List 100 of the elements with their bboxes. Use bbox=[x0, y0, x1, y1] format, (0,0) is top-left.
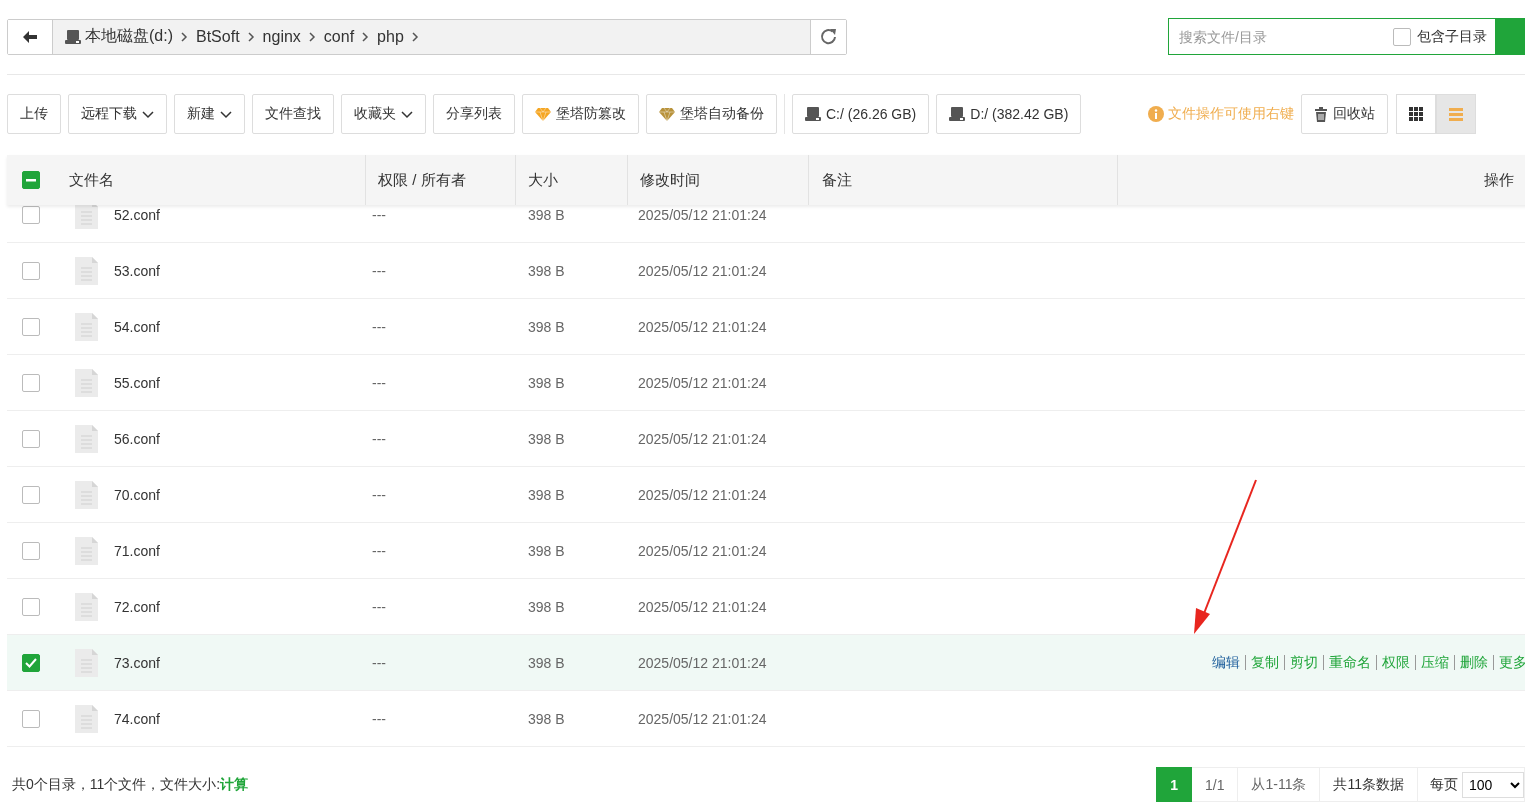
table-cell: 398 B bbox=[528, 430, 565, 447]
toolbar-button[interactable]: 远程下载 bbox=[68, 94, 167, 134]
back-button[interactable] bbox=[8, 19, 53, 54]
table-cell: 2025/05/12 21:01:24 bbox=[638, 542, 767, 559]
file-icon bbox=[75, 424, 98, 453]
column-header[interactable]: 权限 / 所有者 bbox=[378, 170, 466, 190]
trash-icon bbox=[1314, 106, 1329, 122]
table-cell: --- bbox=[372, 318, 386, 335]
table-cell: 398 B bbox=[528, 262, 565, 279]
table-cell: 398 B bbox=[528, 710, 565, 727]
refresh-button[interactable] bbox=[810, 19, 846, 54]
file-name[interactable]: 56.conf bbox=[114, 430, 160, 447]
table-cell: 398 B bbox=[528, 486, 565, 503]
info-icon bbox=[1148, 106, 1165, 122]
row-checkbox[interactable] bbox=[22, 709, 40, 728]
file-name[interactable]: 73.conf bbox=[114, 654, 160, 671]
file-name[interactable]: 54.conf bbox=[114, 318, 160, 335]
toolbar-button[interactable]: 堡塔防篡改 bbox=[522, 94, 639, 134]
row-checkbox[interactable] bbox=[22, 653, 40, 672]
file-icon bbox=[75, 648, 98, 677]
view-toggle[interactable] bbox=[1396, 94, 1437, 134]
column-header[interactable]: 修改时间 bbox=[640, 170, 700, 190]
action-link[interactable]: 编辑 bbox=[1212, 653, 1240, 672]
per-page-select[interactable]: 100 bbox=[1462, 771, 1524, 798]
column-header[interactable]: 文件名 bbox=[69, 170, 114, 190]
record-range: 从1-11条 bbox=[1238, 767, 1321, 802]
table-cell: --- bbox=[372, 486, 386, 503]
file-icon bbox=[75, 256, 98, 285]
file-icon bbox=[75, 536, 98, 565]
back-arrow-icon bbox=[22, 29, 38, 44]
chevron-down-icon bbox=[220, 109, 232, 119]
row-checkbox[interactable] bbox=[22, 429, 40, 448]
table-cell: --- bbox=[372, 598, 386, 615]
table-cell: 398 B bbox=[528, 654, 565, 671]
table-cell: 398 B bbox=[528, 598, 565, 615]
row-checkbox[interactable] bbox=[22, 373, 40, 392]
file-name[interactable]: 70.conf bbox=[114, 486, 160, 503]
table-cell: 398 B bbox=[528, 374, 565, 391]
row-checkbox[interactable] bbox=[22, 317, 40, 336]
file-summary: 共0个目录，11个文件，文件大小: bbox=[11, 775, 221, 794]
search-field[interactable]: 搜索文件/目录 包含子目录 bbox=[1168, 18, 1495, 55]
table-cell: 2025/05/12 21:01:24 bbox=[638, 318, 767, 335]
table-cell: 398 B bbox=[528, 206, 565, 223]
file-name[interactable]: 55.conf bbox=[114, 374, 160, 391]
drive-icon bbox=[805, 106, 821, 122]
column-header[interactable]: 大小 bbox=[528, 170, 558, 190]
check-icon bbox=[25, 657, 37, 668]
table-cell: 2025/05/12 21:01:24 bbox=[638, 598, 767, 615]
row-checkbox[interactable] bbox=[22, 485, 40, 504]
file-icon bbox=[75, 368, 98, 397]
table-cell: --- bbox=[372, 654, 386, 671]
row-checkbox[interactable] bbox=[22, 205, 40, 224]
minus-icon bbox=[26, 178, 36, 182]
column-header[interactable]: 操作 bbox=[1484, 170, 1514, 190]
breadcrumb-item[interactable]: php bbox=[373, 27, 408, 46]
chevron-right-icon bbox=[247, 31, 255, 42]
file-name[interactable]: 52.conf bbox=[114, 206, 160, 223]
search-button[interactable] bbox=[1495, 18, 1525, 55]
file-name[interactable]: 74.conf bbox=[114, 710, 160, 727]
toolbar-button[interactable]: D:/ (382.42 GB) bbox=[936, 94, 1082, 134]
breadcrumb-item[interactable]: BtSoft bbox=[192, 27, 244, 46]
file-name[interactable]: 72.conf bbox=[114, 598, 160, 615]
toolbar-button[interactable]: C:/ (26.26 GB) bbox=[792, 94, 930, 134]
checkbox[interactable] bbox=[1393, 27, 1411, 46]
table-cell: 398 B bbox=[528, 318, 565, 335]
chevron-down-icon bbox=[142, 109, 154, 119]
checkbox-label: 包含子目录 bbox=[1417, 27, 1487, 46]
select-all-checkbox[interactable] bbox=[22, 171, 40, 189]
row-checkbox[interactable] bbox=[22, 597, 40, 616]
file-icon bbox=[75, 592, 98, 621]
view-toggle[interactable] bbox=[1436, 94, 1477, 134]
grid-icon bbox=[1409, 107, 1424, 121]
file-name[interactable]: 53.conf bbox=[114, 262, 160, 279]
table-cell: 2025/05/12 21:01:24 bbox=[638, 374, 767, 391]
chevron-right-icon bbox=[308, 31, 316, 42]
column-header[interactable]: 备注 bbox=[822, 170, 852, 190]
toolbar-button[interactable]: 分享列表 bbox=[433, 94, 515, 134]
table-cell: 2025/05/12 21:01:24 bbox=[638, 654, 767, 671]
page-info: 1/1 bbox=[1192, 767, 1239, 802]
row-checkbox[interactable] bbox=[22, 261, 40, 280]
toolbar-button[interactable]: 文件查找 bbox=[252, 94, 334, 134]
breadcrumb-item[interactable]: 本地磁盘(d:) bbox=[61, 26, 177, 47]
recycle-bin-button[interactable]: 回收站 bbox=[1301, 94, 1389, 134]
row-checkbox[interactable] bbox=[22, 541, 40, 560]
toolbar-button[interactable]: 收藏夹 bbox=[341, 94, 426, 134]
table-cell: --- bbox=[372, 542, 386, 559]
toolbar-button[interactable]: 新建 bbox=[174, 94, 245, 134]
chevron-right-icon bbox=[411, 31, 419, 42]
breadcrumb-item[interactable]: conf bbox=[319, 27, 359, 46]
file-icon bbox=[75, 312, 98, 341]
list-icon bbox=[1449, 107, 1464, 121]
file-name[interactable]: 71.conf bbox=[114, 542, 160, 559]
toolbar-button[interactable]: 上传 bbox=[7, 94, 61, 134]
refresh-icon bbox=[819, 27, 838, 46]
table-cell: --- bbox=[372, 430, 386, 447]
toolbar-button[interactable]: 堡塔自动备份 bbox=[646, 94, 777, 134]
table-cell: --- bbox=[372, 262, 386, 279]
breadcrumb-item[interactable]: nginx bbox=[258, 27, 305, 46]
chevron-right-icon bbox=[181, 31, 188, 42]
table-cell: --- bbox=[372, 374, 386, 391]
